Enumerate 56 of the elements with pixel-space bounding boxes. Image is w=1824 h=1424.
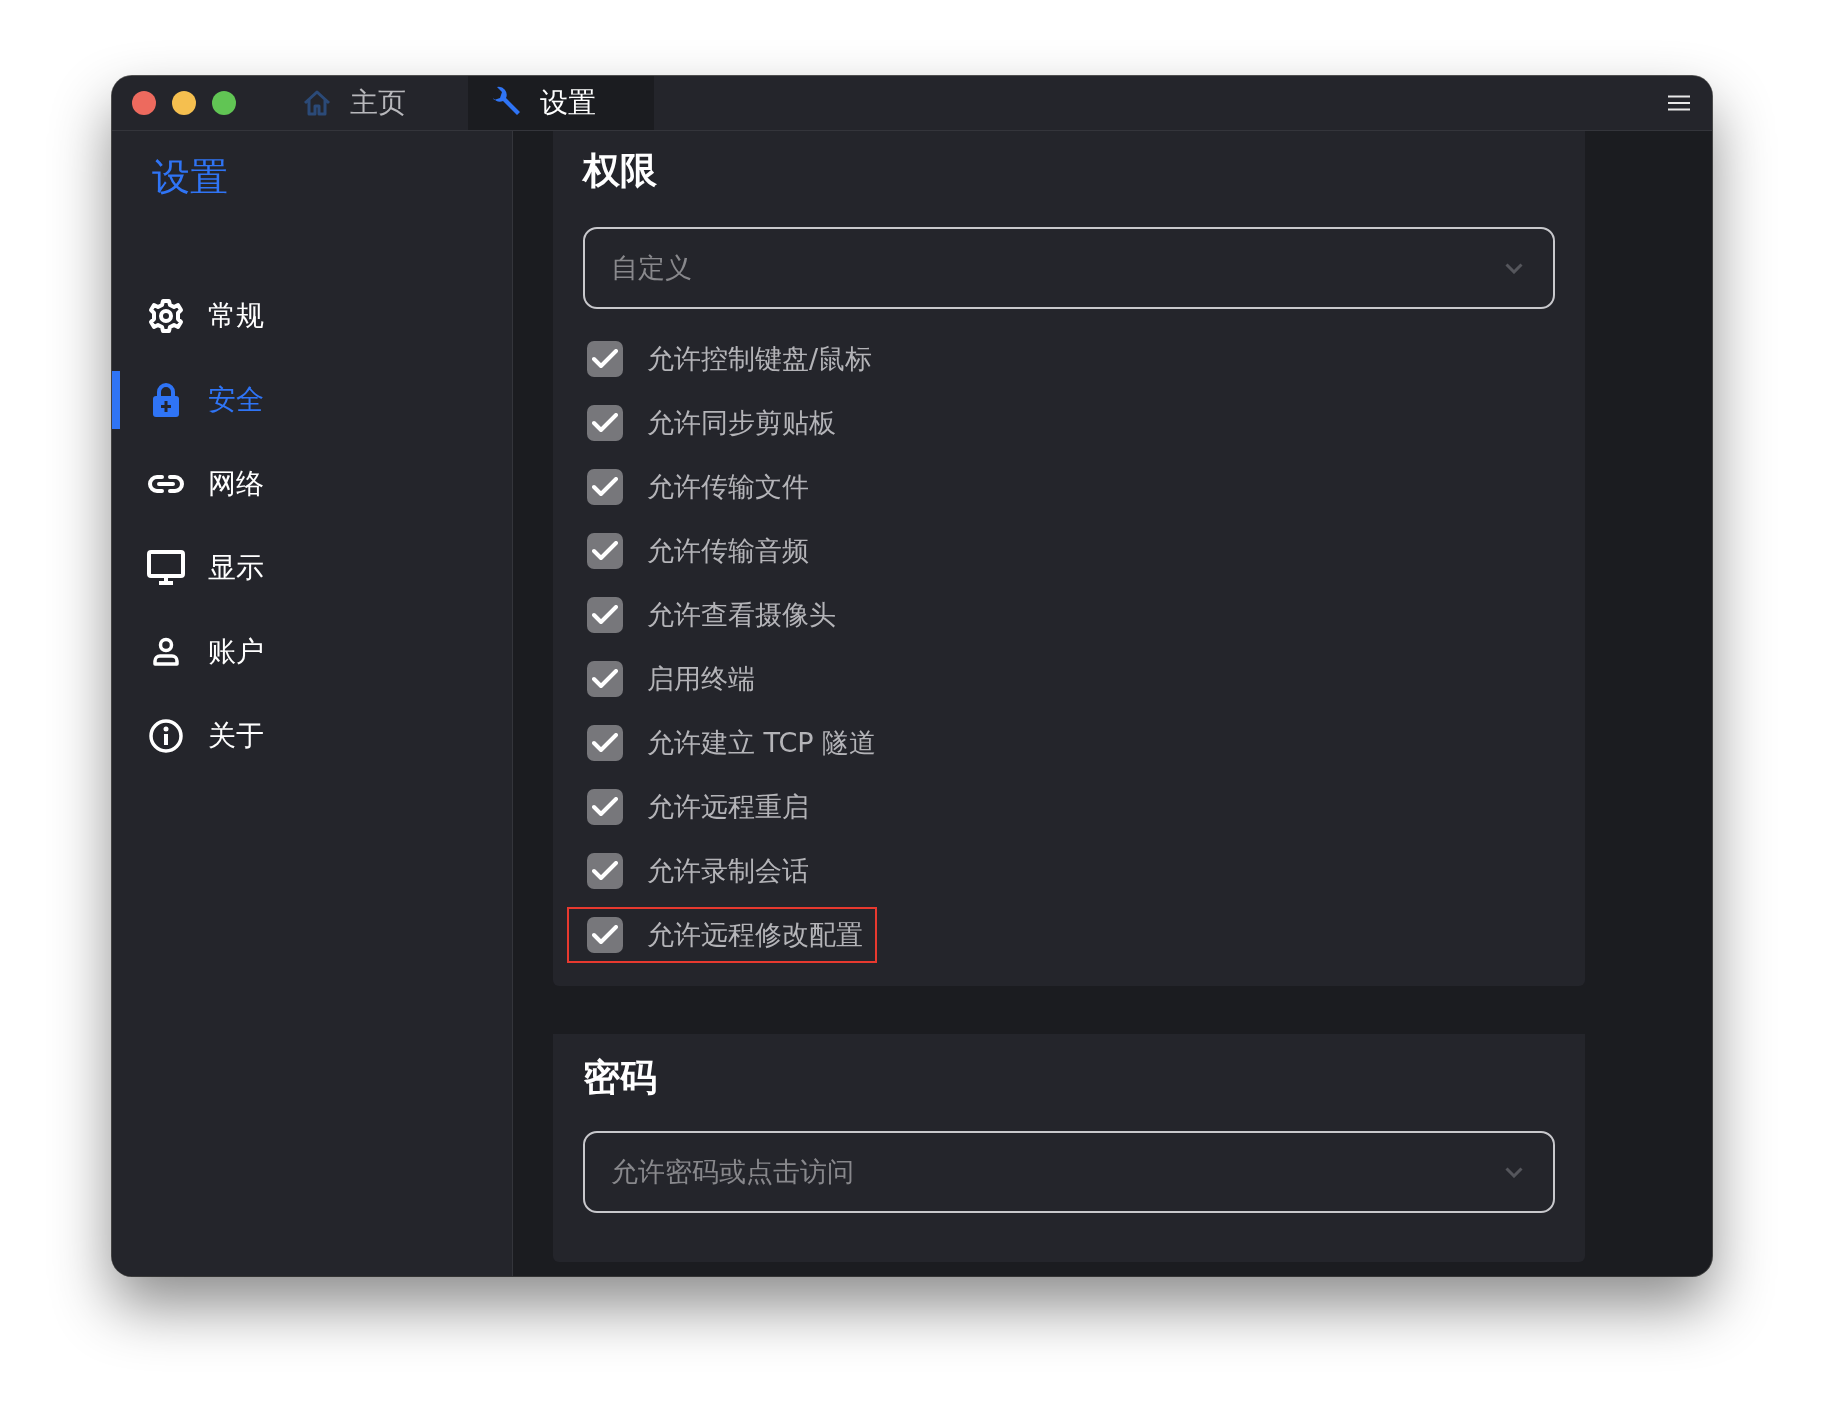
- checkbox[interactable]: [587, 661, 623, 697]
- checkbox-label: 允许录制会话: [647, 854, 809, 888]
- menu-icon[interactable]: [1668, 95, 1690, 111]
- person-icon: [152, 637, 180, 667]
- chevron-icon: [1505, 262, 1523, 274]
- sidebar-title: 设置: [152, 154, 228, 201]
- sidebar-item[interactable]: 安全: [112, 371, 512, 429]
- dropdown[interactable]: 自定义: [583, 227, 1555, 309]
- checkbox-label: 允许同步剪贴板: [647, 406, 836, 440]
- close-button[interactable]: [132, 91, 156, 115]
- check-icon: [592, 541, 618, 561]
- checkbox[interactable]: [587, 789, 623, 825]
- check-icon: [592, 669, 618, 689]
- checkbox-label: 允许查看摄像头: [647, 598, 836, 632]
- tab[interactable]: 主页: [282, 76, 468, 130]
- checkbox[interactable]: [587, 533, 623, 569]
- check-icon: [592, 605, 618, 625]
- checkbox-label: 允许远程重启: [647, 790, 809, 824]
- minimize-button[interactable]: [172, 91, 196, 115]
- check-icon: [592, 861, 618, 881]
- checkbox[interactable]: [587, 725, 623, 761]
- check-icon: [592, 925, 618, 945]
- section-title: 密码: [583, 1055, 657, 1101]
- checkbox[interactable]: [587, 469, 623, 505]
- sidebar-item[interactable]: 网络: [112, 455, 512, 513]
- link-icon: [148, 474, 184, 494]
- checkbox[interactable]: [587, 917, 623, 953]
- checkbox-label: 允许控制键盘/鼠标: [647, 342, 873, 376]
- section-title: 权限: [583, 148, 657, 194]
- settings-icon: [148, 298, 184, 334]
- sidebar-item[interactable]: 账户: [112, 623, 512, 681]
- sidebar-item[interactable]: 常规: [112, 287, 512, 345]
- checkbox[interactable]: [587, 405, 623, 441]
- monitor-icon: [147, 550, 185, 586]
- chevron-icon: [1505, 1166, 1523, 1178]
- checkbox-label: 允许传输文件: [647, 470, 809, 504]
- checkbox-label: 启用终端: [647, 662, 755, 696]
- zoom-button[interactable]: [212, 91, 236, 115]
- checkbox-label: 允许建立 TCP 隧道: [647, 726, 877, 760]
- checkbox[interactable]: [587, 853, 623, 889]
- check-icon: [592, 733, 618, 753]
- checkbox-label: 允许远程修改配置: [647, 918, 863, 952]
- check-icon: [592, 413, 618, 433]
- sidebar-item[interactable]: 关于: [112, 707, 512, 765]
- check-icon: [592, 477, 618, 497]
- checkbox[interactable]: [587, 341, 623, 377]
- check-icon: [592, 797, 618, 817]
- checkbox-label: 允许传输音频: [647, 534, 809, 568]
- home-icon: [302, 89, 332, 117]
- dropdown[interactable]: 允许密码或点击访问: [583, 1131, 1555, 1213]
- info-icon: [148, 718, 184, 754]
- lock-icon: [151, 382, 181, 418]
- tab[interactable]: 设置: [468, 76, 654, 130]
- sidebar-item[interactable]: 显示: [112, 539, 512, 597]
- check-icon: [592, 349, 618, 369]
- checkbox[interactable]: [587, 597, 623, 633]
